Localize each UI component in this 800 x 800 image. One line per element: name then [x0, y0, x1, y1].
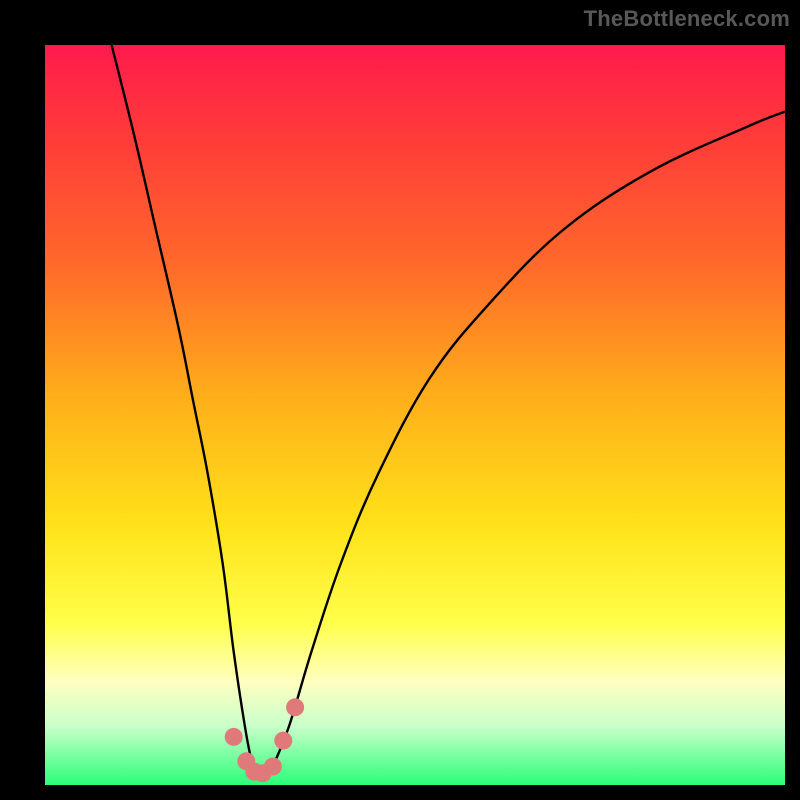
- chart-frame: TheBottleneck.com: [0, 0, 800, 800]
- marker-group: [225, 698, 304, 782]
- curve-marker: [274, 732, 292, 750]
- bottleneck-curve-path: [112, 45, 785, 780]
- chart-plot-area: [45, 45, 785, 785]
- chart-svg: [45, 45, 785, 785]
- curve-marker: [286, 698, 304, 716]
- curve-marker: [264, 758, 282, 776]
- curve-marker: [225, 728, 243, 746]
- watermark-text: TheBottleneck.com: [584, 6, 790, 32]
